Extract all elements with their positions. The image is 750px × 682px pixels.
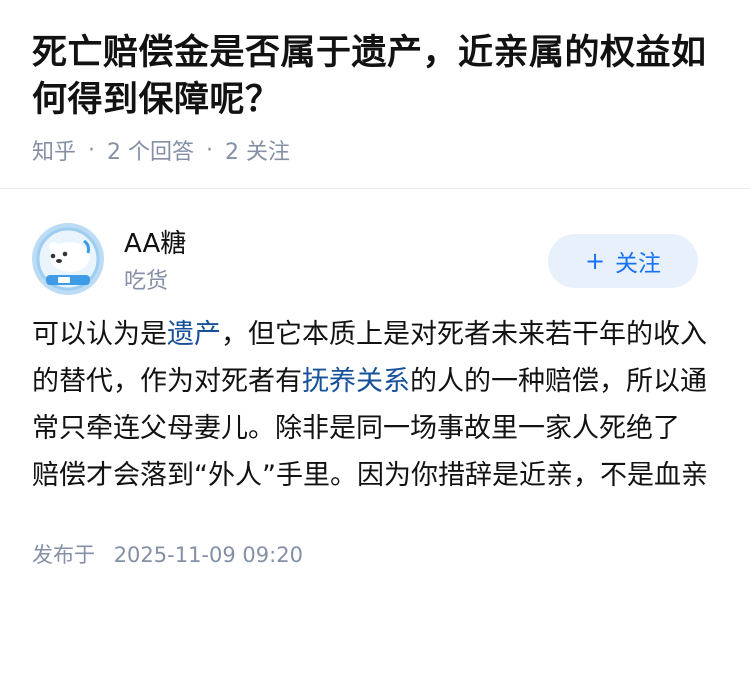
inline-link-support-relationship[interactable]: 抚养关系 (302, 366, 410, 397)
divider (0, 188, 750, 189)
answer-author: AA糖 吃货 + 关注 (0, 221, 750, 321)
follow-label: 关注 (615, 251, 662, 277)
meta-separator: · (206, 137, 214, 163)
source-label[interactable]: 知乎 (32, 134, 76, 166)
follow-button[interactable]: + 关注 (548, 234, 698, 288)
inline-link-inheritance[interactable]: 遗产 (167, 319, 221, 350)
plus-icon: + (584, 247, 606, 275)
answer-content: 可以认为是遗产，但它本质上是对死者未来若干年的收入的替代，作为对死者有抚养关系的… (0, 311, 744, 499)
answers-count[interactable]: 2 个回答 (107, 134, 194, 166)
followers-count[interactable]: 2 关注 (225, 134, 290, 166)
question-title[interactable]: 死亡赔偿金是否属于遗产，近亲属的权益如何得到保障呢？ (32, 30, 718, 124)
question-meta: 知乎 · 2 个回答 · 2 关注 (32, 134, 718, 166)
publish-time: 2025-11-09 09:20 (113, 543, 303, 567)
question-header: 死亡赔偿金是否属于遗产，近亲属的权益如何得到保障呢？ 知乎 · 2 个回答 · … (0, 0, 750, 166)
meta-separator: · (88, 137, 96, 163)
author-name[interactable]: AA糖 (124, 223, 186, 260)
author-headline: 吃货 (124, 269, 169, 294)
avatar[interactable] (32, 223, 104, 295)
publish-info: 发布于 2025-11-09 09:20 (0, 539, 750, 569)
polar-bear-avatar-icon (32, 223, 104, 295)
publish-label: 发布于 (32, 543, 95, 567)
answer-text: 可以认为是 (32, 319, 167, 350)
